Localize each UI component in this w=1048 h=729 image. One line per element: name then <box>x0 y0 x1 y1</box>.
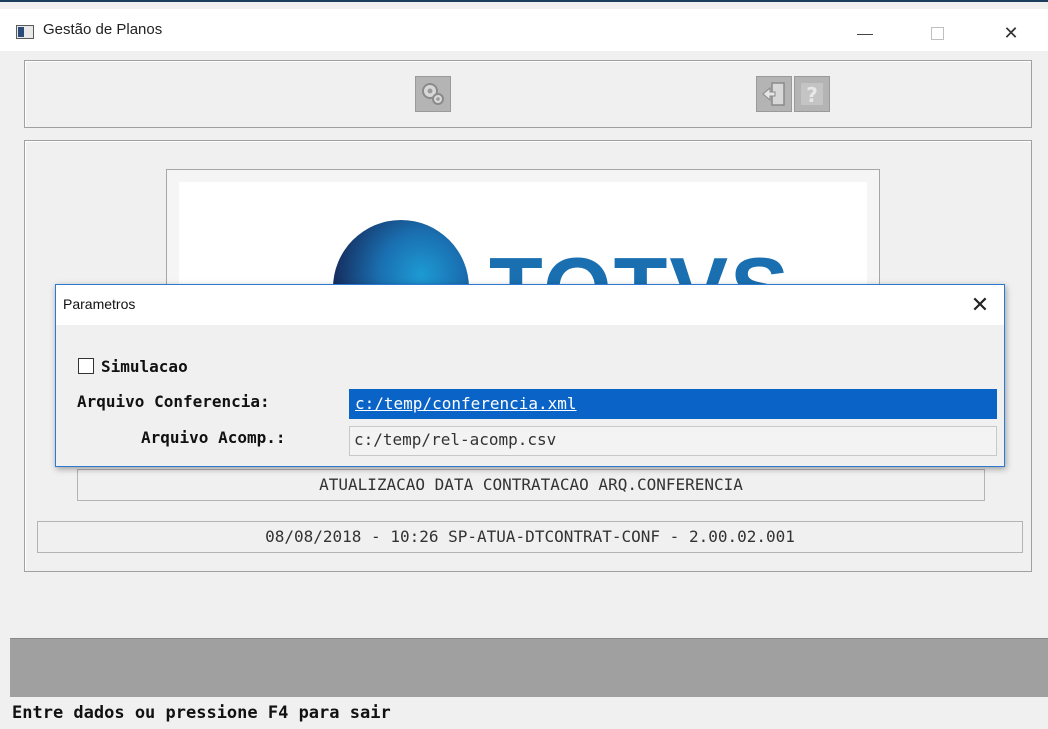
minimize-button[interactable] <box>842 18 888 48</box>
exit-door-icon <box>762 82 785 106</box>
svg-text:?: ? <box>806 83 818 107</box>
maximize-icon <box>931 27 944 40</box>
arquivo-conferencia-field[interactable]: c:/temp/conferencia.xml <box>349 389 997 419</box>
close-button[interactable]: ✕ <box>988 18 1034 48</box>
logo-area: TOTVS <box>179 182 867 300</box>
arquivo-conferencia-value: c:/temp/conferencia.xml <box>355 394 577 413</box>
exit-button[interactable] <box>756 76 792 112</box>
arquivo-acomp-field[interactable]: c:/temp/rel-acomp.csv <box>349 426 997 456</box>
toolbar: ? <box>24 60 1032 128</box>
window-top-border <box>0 0 1048 9</box>
window-title: Gestão de Planos <box>43 21 163 38</box>
app-window: Gestão de Planos ✕ ? TOTVS ATUALIZACAO D… <box>0 0 1048 729</box>
arquivo-conferencia-label: Arquivo Conferencia: <box>77 392 270 411</box>
maximize-button[interactable] <box>914 18 960 48</box>
dialog-close-button[interactable]: ✕ <box>961 289 999 321</box>
simulacao-checkbox[interactable] <box>78 358 94 374</box>
help-button[interactable]: ? <box>794 76 830 112</box>
dialog-title: Parametros <box>63 296 136 312</box>
logo-frame: TOTVS <box>166 169 880 300</box>
execute-button[interactable] <box>415 76 451 112</box>
execute-gears-icon <box>422 83 444 105</box>
status-area-background <box>10 638 1048 697</box>
minimize-icon <box>857 34 873 35</box>
parametros-dialog: Parametros ✕ Simulacao Arquivo Conferenc… <box>55 284 1005 467</box>
title-bar[interactable]: Gestão de Planos ✕ <box>0 9 1048 51</box>
app-icon <box>16 25 34 39</box>
program-description: ATUALIZACAO DATA CONTRATACAO ARQ.CONFERE… <box>77 469 985 501</box>
status-message: Entre dados ou pressione F4 para sair <box>12 703 391 723</box>
simulacao-label[interactable]: Simulacao <box>101 357 188 376</box>
dialog-title-bar[interactable]: Parametros ✕ <box>56 285 1004 325</box>
dialog-body: Simulacao Arquivo Conferencia: c:/temp/c… <box>56 325 1004 466</box>
help-question-icon: ? <box>801 83 823 107</box>
arquivo-acomp-label: Arquivo Acomp.: <box>141 428 286 447</box>
program-version-line: 08/08/2018 - 10:26 SP-ATUA-DTCONTRAT-CON… <box>37 521 1023 553</box>
